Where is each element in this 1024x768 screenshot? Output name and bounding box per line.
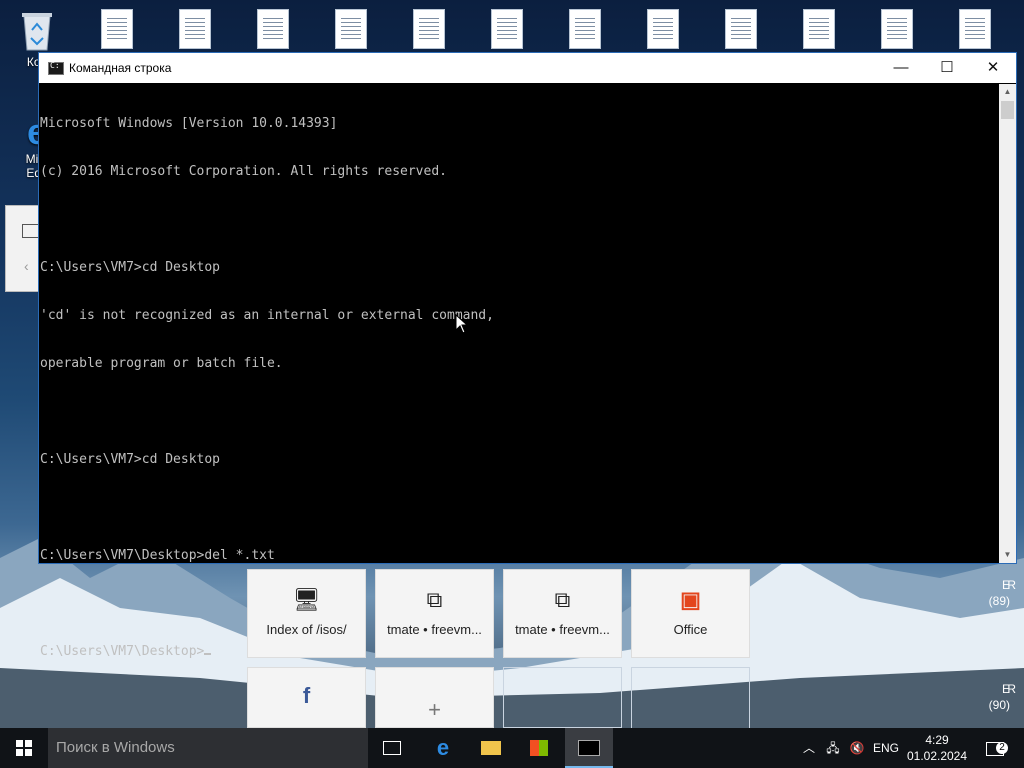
file-icon[interactable]	[803, 9, 835, 49]
store-icon	[530, 739, 548, 756]
start-button[interactable]	[0, 728, 48, 768]
console-line: C:\Users\VM7>cd Desktop	[40, 452, 221, 467]
clock-date: 01.02.2024	[906, 749, 968, 763]
file-icon[interactable]	[647, 9, 679, 49]
desktop-label-fragment: R	[1007, 578, 1016, 592]
task-view-button[interactable]	[368, 728, 416, 768]
edge-taskbar-button[interactable]: e	[419, 728, 467, 768]
volume-muted-icon[interactable]: 🔇	[846, 728, 868, 768]
file-icon[interactable]	[959, 9, 991, 49]
action-center-button[interactable]: 2	[980, 728, 1010, 768]
prompt-text: C:\Users\VM7\Desktop>	[40, 644, 205, 659]
console-line: 'cd' is not recognized as an internal or…	[40, 308, 494, 323]
clock[interactable]: 4:29 01.02.2024	[900, 732, 974, 764]
command-prompt-window[interactable]: Командная строка — ☐ ✕ Microsoft Windows…	[38, 52, 1017, 659]
file-icon[interactable]	[881, 9, 913, 49]
windows-logo-icon	[16, 739, 32, 756]
language-indicator[interactable]: ENG	[870, 728, 902, 768]
file-icon[interactable]	[725, 9, 757, 49]
console-line: (c) 2016 Microsoft Corporation. All righ…	[40, 164, 447, 179]
taskbar: Поиск в Windows e ︿ 🖧 🔇 ENG 4:29 01.02.2…	[0, 728, 1024, 768]
scroll-up-arrow-icon[interactable]: ▲	[999, 84, 1016, 100]
file-icon[interactable]	[413, 9, 445, 49]
maximize-button[interactable]: ☐	[924, 53, 970, 83]
minimize-button[interactable]: —	[878, 53, 924, 83]
edge-icon: e	[436, 735, 450, 760]
notification-count: 2	[996, 742, 1008, 754]
cmd-taskbar-icon	[578, 739, 600, 756]
window-titlebar[interactable]: Командная строка — ☐ ✕	[39, 53, 1016, 83]
clock-time: 4:29	[925, 733, 949, 747]
folder-icon	[481, 740, 501, 755]
scrollbar-thumb[interactable]	[1001, 101, 1014, 119]
window-title: Командная строка	[69, 61, 172, 75]
file-icon[interactable]	[257, 9, 289, 49]
file-icon[interactable]	[101, 9, 133, 49]
cmd-icon	[48, 61, 64, 75]
file-icon[interactable]	[179, 9, 211, 49]
file-explorer-button[interactable]	[467, 728, 515, 768]
console-line: C:\Users\VM7\Desktop>del *.txt	[40, 548, 275, 563]
desktop-label-fragment: (90)	[988, 698, 1010, 712]
store-button[interactable]	[515, 728, 563, 768]
prompt-line[interactable]: C:\Users\VM7\Desktop>	[40, 644, 999, 660]
cmd-taskbar-button[interactable]	[565, 728, 613, 768]
scroll-down-arrow-icon[interactable]: ▼	[999, 547, 1016, 563]
search-box[interactable]: Поиск в Windows	[48, 728, 368, 768]
mouse-pointer-icon	[455, 314, 469, 334]
chevron-up-icon: ︿	[802, 741, 815, 755]
show-hidden-icons-button[interactable]: ︿	[800, 728, 818, 768]
console-line: Microsoft Windows [Version 10.0.14393]	[40, 116, 338, 131]
console-line: C:\Users\VM7>cd Desktop	[40, 260, 221, 275]
network-icon[interactable]: 🖧	[822, 728, 844, 768]
task-view-icon	[383, 740, 401, 755]
vertical-scrollbar[interactable]: ▲ ▼	[999, 84, 1016, 563]
recycle-bin-glyph	[22, 13, 52, 51]
add-icon: +	[428, 697, 441, 722]
file-icon[interactable]	[491, 9, 523, 49]
console-line: operable program or batch file.	[40, 356, 283, 371]
desktop-label-fragment: R	[1007, 682, 1016, 696]
file-icon[interactable]	[569, 9, 601, 49]
console-output[interactable]: Microsoft Windows [Version 10.0.14393] (…	[40, 84, 999, 659]
close-button[interactable]: ✕	[970, 53, 1016, 83]
file-icon[interactable]	[335, 9, 367, 49]
back-arrow-icon[interactable]: ‹	[24, 258, 29, 274]
text-cursor	[204, 653, 212, 655]
search-placeholder: Поиск в Windows	[56, 739, 175, 756]
